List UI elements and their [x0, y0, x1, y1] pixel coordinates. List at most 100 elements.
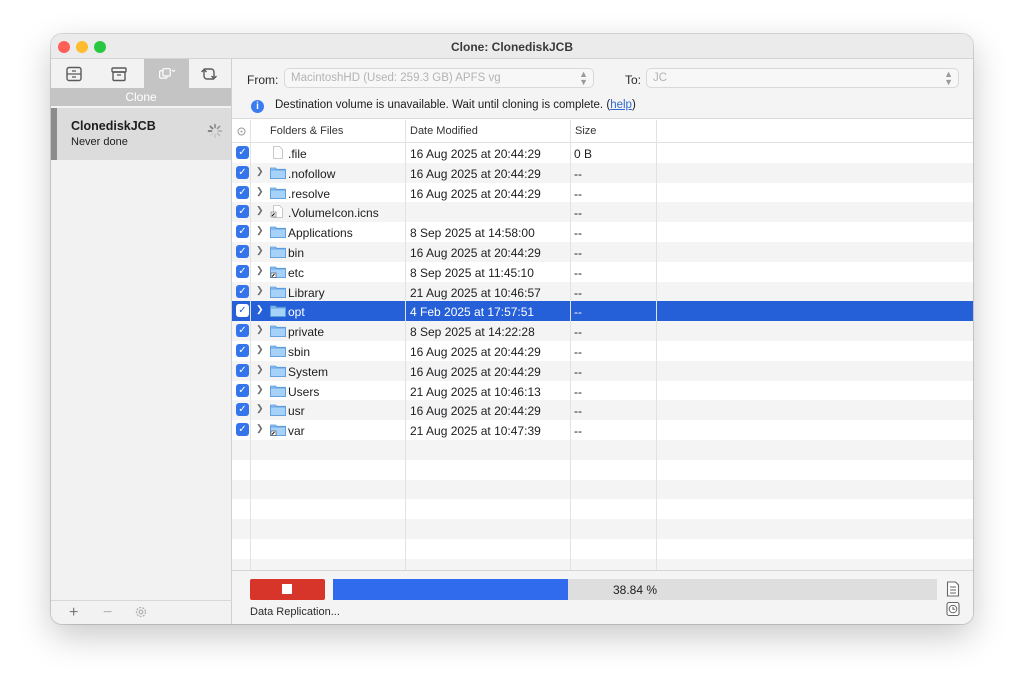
schedule-icon: [66, 66, 82, 82]
archive-tab[interactable]: [101, 62, 137, 86]
archive-icon: [111, 67, 127, 82]
folder-icon: [270, 304, 286, 318]
table-row[interactable]: ✓ ❯ Users 21 Aug 2025 at 10:46:13 --: [232, 381, 973, 401]
table-row[interactable]: ✓ ❯ opt 4 Feb 2025 at 17:57:51 --: [232, 301, 973, 322]
row-checkbox[interactable]: ✓: [236, 146, 249, 159]
table-row[interactable]: ✓ ❯ var 21 Aug 2025 at 10:47:39 --: [232, 420, 973, 440]
schedule-tab[interactable]: [56, 62, 92, 86]
table-row[interactable]: ✓ ❯ etc 8 Sep 2025 at 11:45:10 --: [232, 262, 973, 282]
empty-table-row: [232, 519, 973, 539]
task-item[interactable]: ClonediskJCB Never done: [51, 108, 231, 160]
row-checkbox[interactable]: ✓: [236, 264, 249, 278]
table-row[interactable]: ✓ ❯ .VolumeIcon.icns --: [232, 202, 973, 223]
table-row[interactable]: ✓ ❯ .resolve 16 Aug 2025 at 20:44:29 --: [232, 183, 973, 203]
file-name: usr: [288, 404, 305, 419]
file-size: --: [574, 404, 582, 419]
disclosure-chevron-icon[interactable]: ❯: [256, 324, 264, 335]
to-volume-select[interactable]: JC ▲ ▼: [646, 68, 959, 88]
row-checkbox[interactable]: ✓: [236, 304, 249, 318]
disclosure-chevron-icon[interactable]: ❯: [256, 186, 264, 197]
file-size: --: [574, 206, 582, 221]
file-size: --: [574, 305, 582, 320]
row-checkbox[interactable]: ✓: [236, 363, 249, 377]
file-size: 0 B: [574, 147, 593, 161]
row-checkbox[interactable]: ✓: [236, 383, 249, 397]
folder-icon: [270, 166, 286, 179]
row-checkbox[interactable]: ✓: [236, 403, 249, 417]
row-checkbox[interactable]: ✓: [236, 324, 249, 338]
log-document-icon[interactable]: [946, 581, 960, 597]
column-divider[interactable]: [570, 120, 571, 570]
column-header-folders-files[interactable]: Folders & Files: [270, 125, 343, 137]
spinner-icon: [207, 123, 223, 139]
disclosure-chevron-icon[interactable]: ❯: [256, 205, 264, 216]
row-checkbox[interactable]: ✓: [236, 344, 249, 357]
disclosure-chevron-icon[interactable]: ❯: [256, 384, 264, 395]
date-modified: 16 Aug 2025 at 20:44:29: [410, 147, 541, 161]
file-name: .nofollow: [288, 166, 336, 181]
row-checkbox[interactable]: ✓: [236, 245, 249, 258]
disclosure-chevron-icon[interactable]: ❯: [256, 304, 264, 315]
row-checkbox[interactable]: ✓: [236, 225, 249, 239]
disclosure-chevron-icon[interactable]: ❯: [256, 423, 264, 434]
table-row[interactable]: ✓ ❯ sbin 16 Aug 2025 at 20:44:29 --: [232, 341, 973, 361]
empty-table-row: [232, 479, 973, 500]
row-checkbox[interactable]: ✓: [236, 205, 249, 219]
table-row[interactable]: ✓ ❯ usr 16 Aug 2025 at 20:44:29 --: [232, 400, 973, 421]
add-task-button[interactable]: +: [69, 604, 78, 622]
table-row[interactable]: ✓ ❯ System 16 Aug 2025 at 20:44:29 --: [232, 360, 973, 381]
table-row[interactable]: ✓ ❯ .nofollow 16 Aug 2025 at 20:44:29 --: [232, 162, 973, 183]
stop-button[interactable]: [250, 579, 325, 600]
column-divider[interactable]: [405, 120, 406, 570]
sidebar-bottom-bar: + −: [51, 600, 232, 624]
help-link[interactable]: help: [610, 99, 632, 111]
file-table: ✓ .file 16 Aug 2025 at 20:44:29 0 B ✓ ❯ .nofol…: [232, 120, 973, 570]
disclosure-chevron-icon[interactable]: ❯: [256, 364, 264, 375]
app-window: Clone: ClonediskJCB Clone ClonediskJCB N…: [51, 34, 973, 624]
status-message-text: Destination volume is unavailable. Wait …: [275, 99, 604, 111]
table-row[interactable]: ✓ ❯ private 8 Sep 2025 at 14:22:28 --: [232, 321, 973, 341]
disclosure-chevron-icon[interactable]: ❯: [256, 166, 264, 177]
disclosure-chevron-icon[interactable]: ❯: [256, 245, 264, 256]
disclosure-chevron-icon[interactable]: ❯: [256, 225, 264, 236]
to-label: To:: [625, 73, 642, 87]
file-name: Applications: [288, 226, 353, 241]
history-clock-icon[interactable]: [946, 601, 960, 617]
date-modified: 16 Aug 2025 at 20:44:29: [410, 364, 541, 379]
table-row[interactable]: ✓ ❯ Library 21 Aug 2025 at 10:46:57 --: [232, 281, 973, 302]
folder-icon: [270, 324, 286, 338]
table-header: Folders & Files Date Modified Size: [232, 120, 973, 143]
table-row[interactable]: ✓ ❯ Applications 8 Sep 2025 at 14:58:00 --: [232, 222, 973, 242]
file-size: --: [574, 186, 582, 201]
remove-task-button[interactable]: −: [103, 604, 112, 622]
row-checkbox[interactable]: ✓: [236, 423, 249, 437]
date-modified: 21 Aug 2025 at 10:47:39: [410, 424, 541, 439]
file-size: --: [574, 384, 582, 399]
file-name: etc: [288, 265, 305, 280]
clone-tab[interactable]: [144, 59, 189, 88]
select-all-icon[interactable]: [237, 127, 246, 136]
table-row[interactable]: ✓ ❯ bin 16 Aug 2025 at 20:44:29 --: [232, 242, 973, 262]
info-icon: i: [251, 100, 264, 113]
row-checkbox[interactable]: ✓: [236, 165, 249, 179]
file-name: opt: [288, 305, 305, 320]
row-checkbox[interactable]: ✓: [236, 185, 249, 199]
file-size: --: [574, 325, 582, 340]
column-header-date-modified[interactable]: Date Modified: [410, 125, 478, 137]
gear-icon[interactable]: [134, 605, 148, 619]
sync-icon: [201, 68, 217, 80]
table-row[interactable]: ✓ .file 16 Aug 2025 at 20:44:29 0 B: [232, 143, 973, 163]
disclosure-chevron-icon[interactable]: ❯: [256, 344, 264, 355]
empty-table-row: [232, 558, 973, 570]
from-volume-select[interactable]: MacintoshHD (Used: 259.3 GB) APFS vg ▲ ▼: [284, 68, 594, 88]
file-name: sbin: [288, 345, 311, 359]
column-divider[interactable]: [656, 120, 657, 570]
row-checkbox[interactable]: ✓: [236, 284, 249, 298]
disclosure-chevron-icon[interactable]: ❯: [256, 403, 264, 414]
file-name: private: [288, 325, 325, 340]
sync-tab[interactable]: [191, 62, 227, 86]
sidebar-section-label: Clone: [51, 88, 231, 106]
disclosure-chevron-icon[interactable]: ❯: [256, 285, 264, 296]
disclosure-chevron-icon[interactable]: ❯: [256, 265, 264, 276]
column-header-size[interactable]: Size: [575, 125, 596, 137]
